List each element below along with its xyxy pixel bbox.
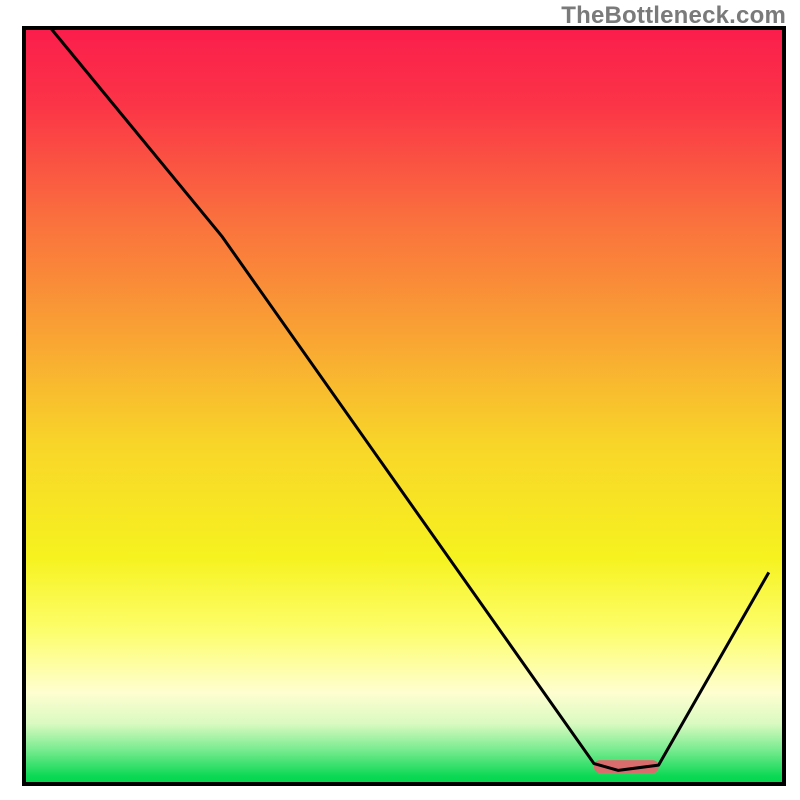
bottleneck-chart bbox=[0, 0, 800, 800]
watermark-text: TheBottleneck.com bbox=[561, 2, 786, 30]
plot-background bbox=[24, 28, 784, 784]
chart-container: TheBottleneck.com bbox=[0, 0, 800, 800]
plot-area bbox=[24, 28, 784, 784]
